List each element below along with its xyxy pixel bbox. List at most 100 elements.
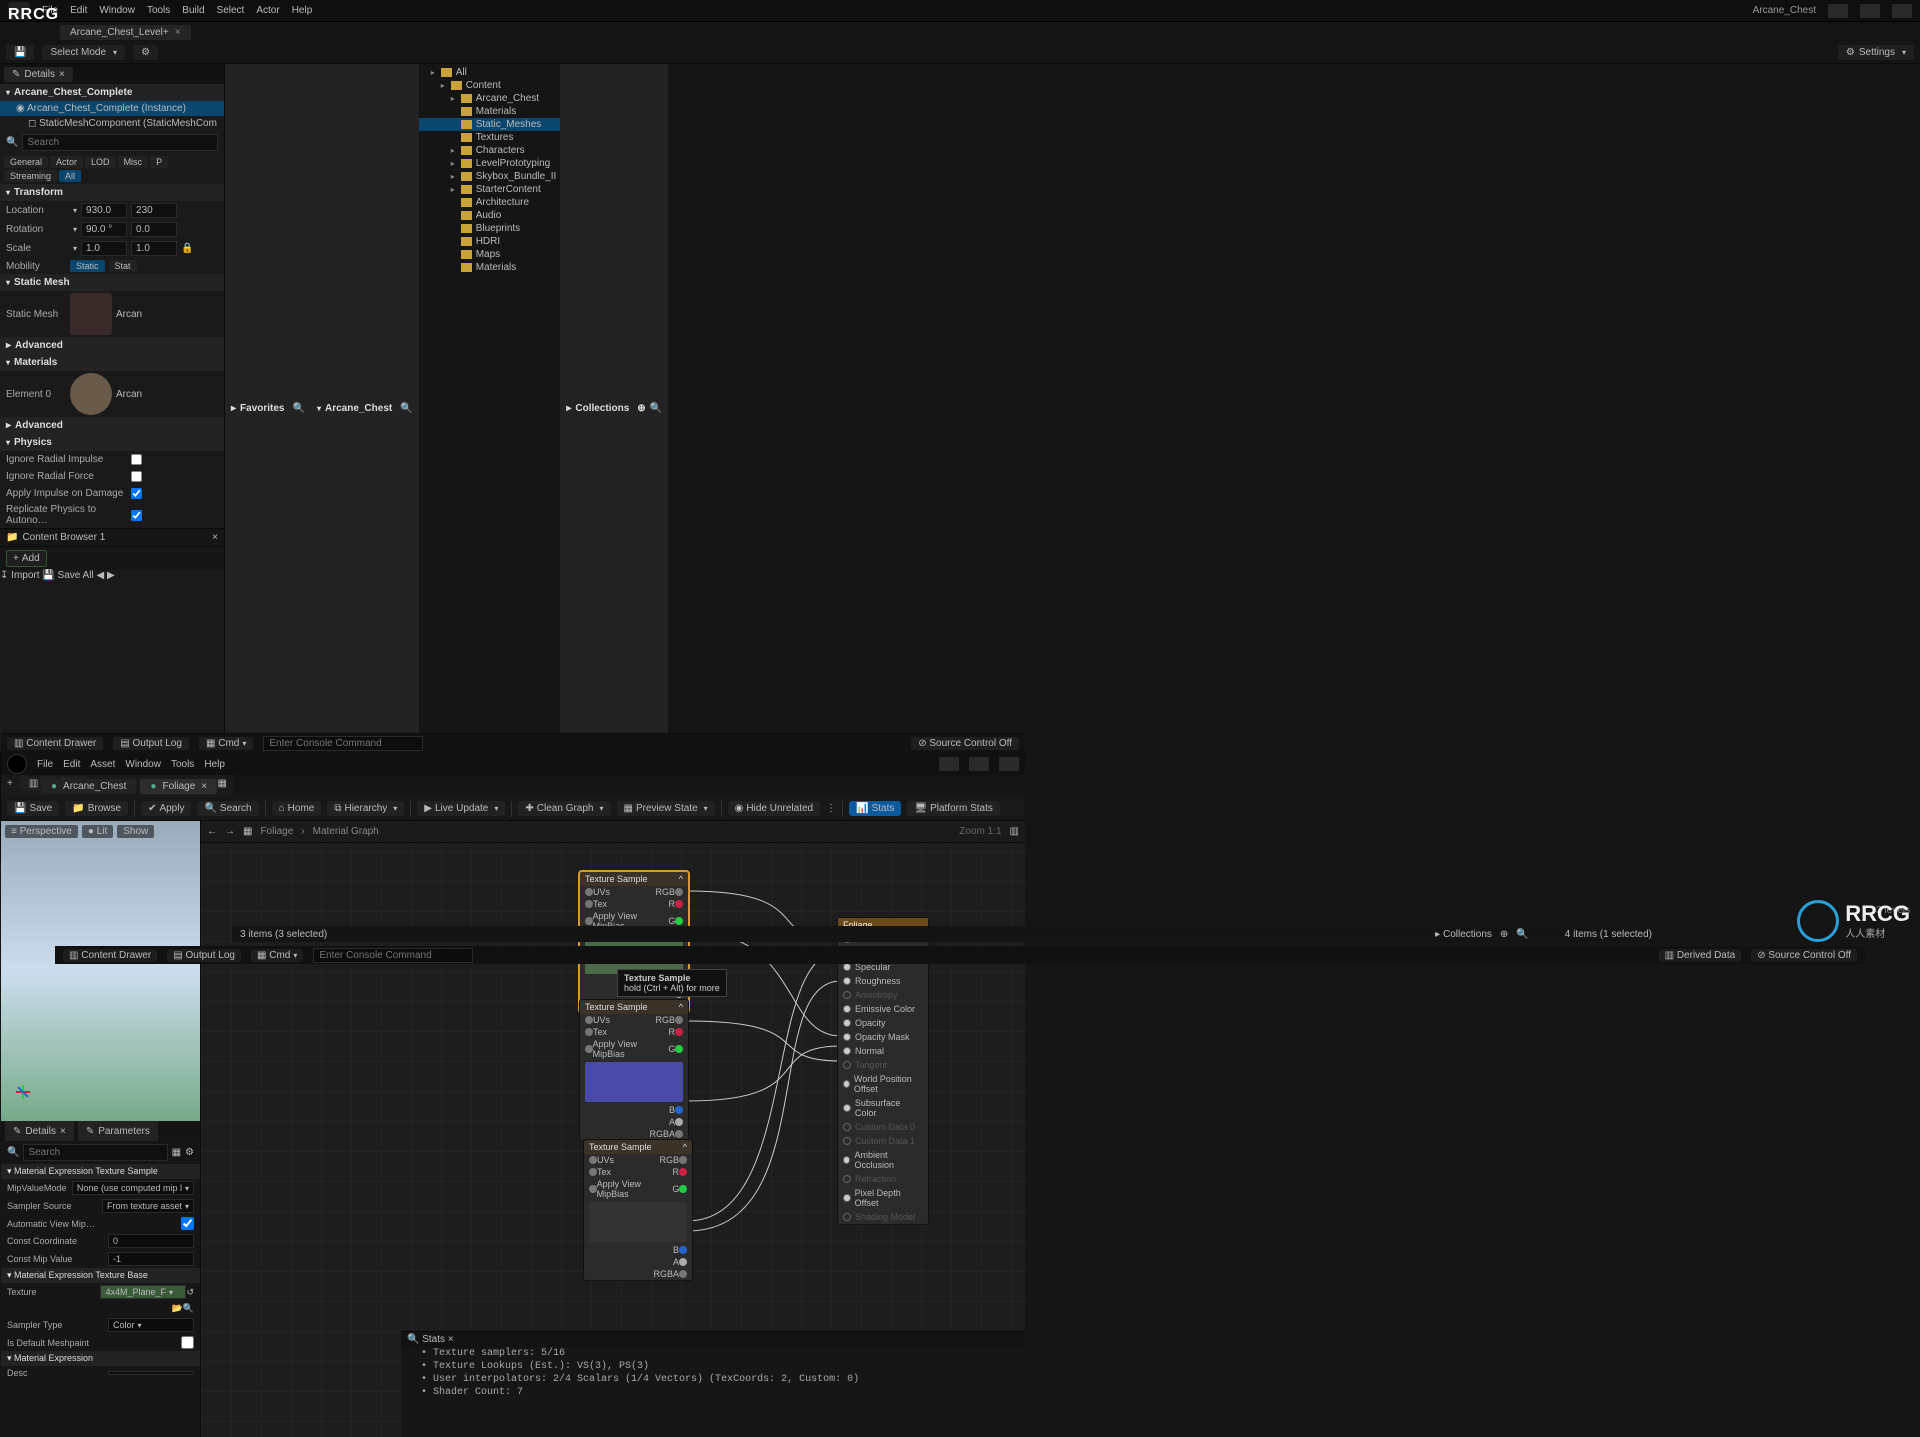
mat-pin-subsurface-color[interactable]: Subsurface Color [838, 1096, 928, 1120]
me-tab-arcanechest[interactable]: ●Arcane_Chest [41, 779, 136, 794]
section-advanced2[interactable]: Advanced [15, 420, 63, 431]
crumb-matgraph[interactable]: Material Graph [313, 826, 379, 837]
menu-help[interactable]: Help [292, 5, 313, 16]
mat-pin-opacity-mask[interactable]: Opacity Mask [838, 1030, 928, 1044]
filter-all[interactable]: All [59, 170, 81, 182]
me-details-search[interactable] [23, 1144, 167, 1161]
me-platform-button[interactable]: 🖥 Platform Stats [907, 801, 1000, 816]
open-asset-icon[interactable]: 📂 [172, 1303, 183, 1314]
me-hideunrelated-button[interactable]: ◉ Hide Unrelated [728, 801, 820, 816]
section-transform[interactable]: Transform [14, 187, 63, 198]
vp-show[interactable]: Show [117, 825, 154, 838]
search-icon[interactable]: 🔍 [1516, 929, 1528, 940]
me-apply-button[interactable]: ✔ Apply [141, 801, 191, 816]
graphview-icon[interactable]: ▦ [243, 826, 252, 837]
mat-pin-custom-data-1[interactable]: Custom Data 1 [838, 1134, 928, 1148]
samplersource-dropdown[interactable]: From texture asset [102, 1199, 194, 1213]
ignore-radial-impulse-checkbox[interactable] [131, 454, 142, 465]
me-stats-button[interactable]: 📊 Stats [849, 801, 901, 816]
nav-fwd-icon[interactable]: → [225, 826, 235, 837]
me-close-button[interactable] [999, 757, 1019, 771]
footer-console-input[interactable] [313, 948, 473, 963]
history-back-icon[interactable]: ◀ [96, 570, 104, 581]
mat-pin-shading-model[interactable]: Shading Model [838, 1210, 928, 1224]
cb-add-button[interactable]: +Add [6, 550, 47, 567]
nav-back-icon[interactable]: ← [207, 826, 217, 837]
defaultmeshpaint-checkbox[interactable] [181, 1336, 194, 1349]
me-save-button[interactable]: 💾 Save [7, 801, 59, 816]
cb-saveall-button[interactable]: 💾 Save All [42, 570, 93, 581]
scale-y-field[interactable]: 1.0 [131, 241, 177, 256]
details-search-input[interactable] [22, 134, 218, 151]
texture-asset-dropdown[interactable]: 4x4M_Plane_F [100, 1285, 186, 1299]
replicate-physics-checkbox[interactable] [131, 509, 142, 520]
section-advanced[interactable]: Advanced [15, 340, 63, 351]
filter-actor[interactable]: Actor [50, 156, 83, 168]
history-fwd-icon[interactable]: ▶ [107, 570, 115, 581]
material-name[interactable]: Arcan [116, 389, 142, 400]
lock-icon[interactable]: 🔒 [181, 243, 193, 254]
me-params-tab[interactable]: ✎ Parameters [78, 1121, 158, 1141]
cb-collections[interactable]: Collections [575, 403, 629, 414]
me-browse-button[interactable]: 📁 Browse [65, 801, 128, 816]
tree-content[interactable]: Content [419, 79, 561, 92]
cb-import-button[interactable]: ↧ Import [0, 570, 40, 581]
graph-menu-icon[interactable]: ▥ [1010, 826, 1019, 837]
window-minimize[interactable] [1828, 4, 1848, 18]
footer-derived-data[interactable]: ▥ Derived Data [1659, 949, 1742, 962]
filter-streaming[interactable]: Streaming [4, 170, 57, 182]
me-menu-window[interactable]: Window [125, 759, 161, 770]
scale-x-field[interactable]: 1.0 [81, 241, 127, 256]
tree-starter[interactable]: StarterContent [419, 183, 561, 196]
tree-materials[interactable]: Materials [419, 105, 561, 118]
mat-pin-anisotropy[interactable]: Anisotropy [838, 988, 928, 1002]
footer-content-drawer[interactable]: ▥ Content Drawer [63, 949, 157, 962]
tree-skybox[interactable]: Skybox_Bundle_II [419, 170, 561, 183]
find-asset-icon[interactable]: 🔍 [183, 1303, 194, 1314]
samplertype-dropdown[interactable]: Color [108, 1318, 194, 1332]
menu-edit[interactable]: Edit [70, 5, 87, 16]
footer-cmd-dropdown[interactable]: ▦ Cmd [251, 949, 303, 962]
menu-tools[interactable]: Tools [147, 5, 170, 16]
filter-general[interactable]: General [4, 156, 48, 168]
search-icon[interactable]: 🔍 [293, 403, 305, 414]
stats-tab[interactable]: 🔍 Stats × [407, 1334, 454, 1345]
menu-build[interactable]: Build [182, 5, 204, 16]
ignore-radial-force-checkbox[interactable] [131, 471, 142, 482]
me-tab-foliage[interactable]: ●Foliage × [140, 779, 217, 794]
me-menu-edit[interactable]: Edit [63, 759, 80, 770]
loc-x-field[interactable]: 930.0 [81, 203, 127, 218]
filter-p[interactable]: P [150, 156, 168, 168]
tree-arcanechest[interactable]: Arcane_Chest [419, 92, 561, 105]
menu-actor[interactable]: Actor [256, 5, 279, 16]
autoview-checkbox[interactable] [181, 1217, 194, 1230]
mat-pin-emissive-color[interactable]: Emissive Color [838, 1002, 928, 1016]
desc-field[interactable] [108, 1371, 194, 1375]
footer-output-log[interactable]: ▤ Output Log [167, 949, 241, 962]
source-control-button[interactable]: ⊘ Source Control Off [911, 737, 1019, 750]
preview-viewport[interactable]: ≡ Perspective ● Lit Show [1, 821, 200, 1121]
mat-pin-normal[interactable]: Normal [838, 1044, 928, 1058]
me-section-texsample[interactable]: ▾ Material Expression Texture Sample [1, 1164, 200, 1179]
select-mode-dropdown[interactable]: Select Mode [42, 45, 125, 60]
texture-sample-node-3[interactable]: Texture Sample^ UVsRGB TexR Apply View M… [583, 1139, 693, 1281]
menu-window[interactable]: Window [99, 5, 135, 16]
cb-favorites[interactable]: Favorites [240, 403, 284, 414]
mobility-stat[interactable]: Stat [109, 260, 137, 272]
close-icon[interactable]: × [212, 532, 218, 543]
me-home-button[interactable]: ⌂ Home [272, 801, 322, 816]
me-section-expr[interactable]: ▾ Material Expression [1, 1351, 200, 1366]
mat-pin-pixel-depth-offset[interactable]: Pixel Depth Offset [838, 1186, 928, 1210]
loc-y-field[interactable]: 230 [131, 203, 177, 218]
rot-x-field[interactable]: 90.0 ° [81, 222, 127, 237]
crumb-foliage[interactable]: Foliage [260, 826, 293, 837]
section-physics[interactable]: Physics [14, 437, 52, 448]
level-tab[interactable]: Arcane_Chest_Level+ × [60, 25, 191, 40]
footer-source-control[interactable]: ⊘ Source Control Off [1751, 949, 1857, 962]
me-details-tab[interactable]: ✎ Details × [5, 1121, 74, 1141]
constcoord-field[interactable]: 0 [108, 1234, 194, 1248]
mode-extra-button[interactable]: ⚙ [133, 45, 158, 60]
add-icon[interactable]: ⊕ [1500, 929, 1508, 940]
me-menu-file[interactable]: File [37, 759, 53, 770]
me-liveupdate-dropdown[interactable]: ▶ Live Update [417, 801, 505, 816]
